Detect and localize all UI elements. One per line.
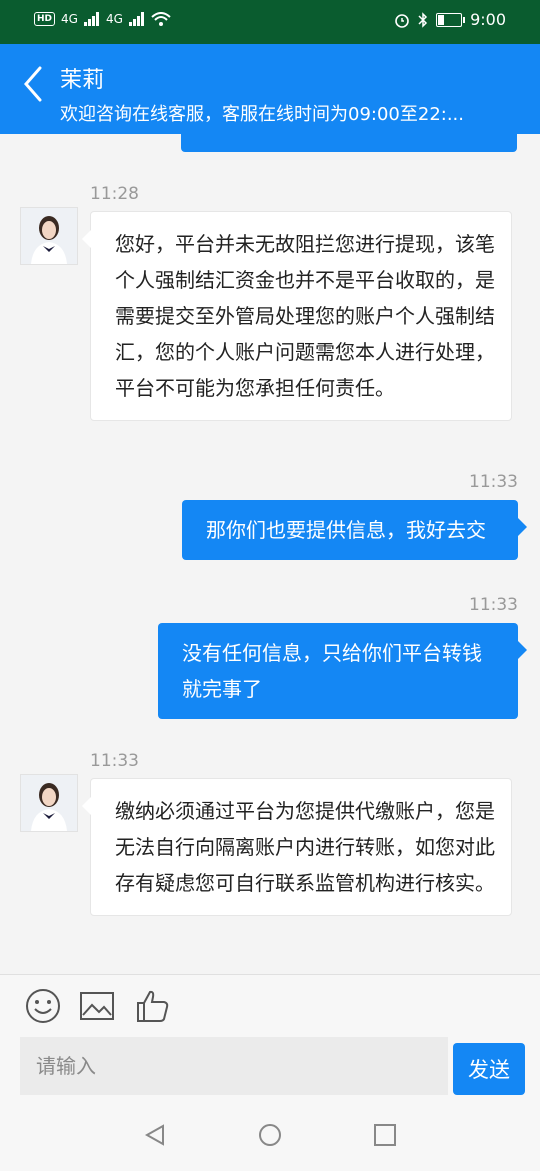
agent-avatar[interactable] bbox=[20, 207, 78, 265]
nav-home-icon[interactable] bbox=[258, 1123, 282, 1147]
agent-avatar[interactable] bbox=[20, 774, 78, 832]
message-time: 11:33 bbox=[469, 595, 518, 615]
system-nav-bar bbox=[0, 1113, 540, 1163]
network-indicators: HD 4G 4G bbox=[34, 12, 171, 26]
alarm-icon bbox=[395, 13, 409, 28]
signal-icon bbox=[128, 12, 144, 26]
signal-icon bbox=[83, 12, 99, 26]
status-bar: HD 4G 4G 9:00 bbox=[0, 0, 540, 44]
emoji-icon[interactable] bbox=[24, 987, 62, 1025]
message-list[interactable]: 11:28 您好，平台并未无故阻拦您进行提现，该笔个人强制结汇资金也并不是平台收… bbox=[0, 134, 540, 974]
nav-back-icon[interactable] bbox=[143, 1123, 167, 1147]
bluetooth-icon bbox=[418, 11, 428, 28]
message-time: 11:33 bbox=[90, 751, 139, 771]
wifi-icon bbox=[151, 12, 171, 26]
outgoing-message-bubble: 那你们也要提供信息，我好去交 bbox=[182, 500, 527, 560]
previous-message-bubble bbox=[181, 134, 517, 152]
outgoing-message-bubble: 没有任何信息，只给你们平台转钱就完事了 bbox=[158, 623, 527, 719]
network-label-1: 4G bbox=[61, 12, 78, 26]
clock: 9:00 bbox=[470, 10, 506, 29]
message-time: 11:28 bbox=[90, 184, 139, 204]
send-button[interactable]: 发送 bbox=[453, 1043, 525, 1095]
battery-icon bbox=[436, 12, 466, 27]
contact-name: 茉莉 bbox=[60, 68, 105, 93]
nav-recents-icon[interactable] bbox=[373, 1123, 397, 1147]
network-label-2: 4G bbox=[105, 12, 123, 26]
message-input[interactable] bbox=[20, 1037, 448, 1095]
message-time: 11:33 bbox=[469, 472, 518, 492]
back-arrow-icon[interactable] bbox=[20, 64, 50, 104]
image-icon[interactable] bbox=[78, 987, 116, 1025]
chat-header: 茉莉 欢迎咨询在线客服，客服在线时间为09:00至22:... bbox=[0, 44, 540, 134]
system-indicators: 9:00 bbox=[394, 10, 506, 29]
service-hours-notice: 欢迎咨询在线客服，客服在线时间为09:00至22:... bbox=[60, 104, 465, 125]
incoming-message-bubble: 您好，平台并未无故阻拦您进行提现，该笔个人强制结汇资金也并不是平台收取的，是需要… bbox=[82, 211, 512, 421]
thumbs-up-icon[interactable] bbox=[134, 987, 172, 1025]
incoming-message-bubble: 缴纳必须通过平台为您提供代缴账户，您是无法自行向隔离账户内进行转账，如您对此存有… bbox=[82, 778, 512, 916]
hd-badge: HD bbox=[34, 12, 56, 26]
composer: 发送 bbox=[0, 974, 540, 1171]
